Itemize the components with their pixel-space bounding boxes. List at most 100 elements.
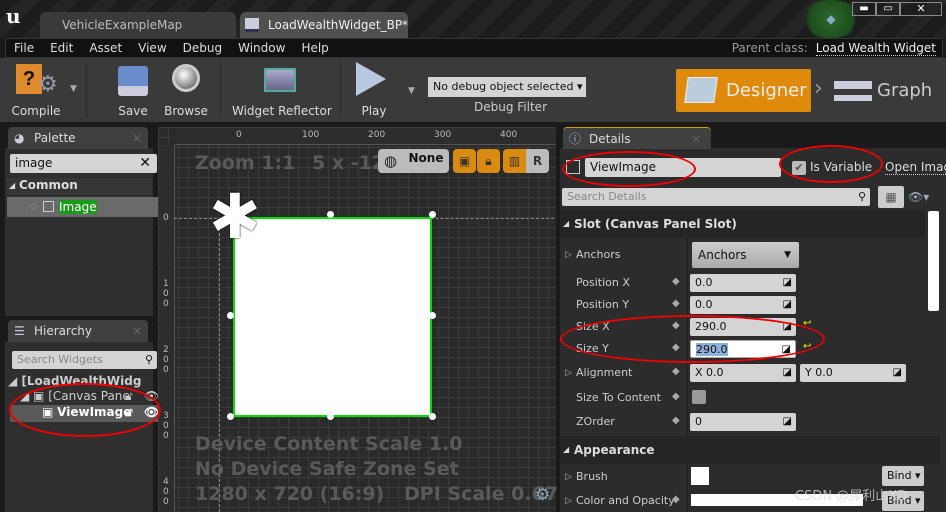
resize-handle[interactable] (227, 413, 234, 420)
palette-search-input[interactable]: image ✕ (10, 154, 157, 173)
open-image-link[interactable]: Open Imag (885, 160, 946, 175)
visibility-options-button[interactable]: 👁︎▾ (908, 190, 929, 204)
alignment-y-input[interactable]: Y 0.0 ◪ (800, 364, 906, 382)
ruler-left-tick: 300 (163, 411, 169, 441)
minimize-button[interactable]: ▬ (852, 2, 876, 16)
details-tab[interactable]: ⓘ Details × (563, 127, 711, 149)
alignment-label: Alignment (576, 366, 633, 379)
save-icon (118, 66, 148, 96)
palette-category-common[interactable]: ◢ Common (7, 178, 152, 195)
save-button[interactable]: Save (110, 58, 156, 122)
localization-button[interactable]: ◍ (378, 149, 403, 173)
play-button[interactable]: Play (350, 58, 398, 122)
menu-edit[interactable]: Edit (50, 41, 73, 55)
expand-brush-icon[interactable]: ▷ (565, 472, 572, 482)
dpi-settings-icon[interactable]: ⚙ (535, 485, 550, 505)
play-options-dropdown[interactable]: ▼ (408, 86, 415, 96)
respect-locks-toggle[interactable]: ▥ (503, 149, 526, 173)
brush-label: Brush (576, 470, 608, 483)
anchors-label: Anchors (576, 248, 621, 261)
property-matrix-button[interactable]: ▦ (878, 186, 904, 208)
anchors-dropdown[interactable]: Anchors ▼ (692, 242, 799, 268)
anchor-icon[interactable]: ✱ (203, 185, 267, 249)
palette-panel (5, 148, 153, 316)
menu-debug[interactable]: Debug (183, 41, 222, 55)
expand-color-icon[interactable]: ▷ (565, 496, 572, 506)
title-bar: u VehicleExampleMap LoadWealthWidget_BP*… (0, 0, 946, 58)
brush-swatch[interactable] (691, 467, 709, 485)
ruler-left-tick: 200 (163, 345, 169, 375)
resize-handle[interactable] (429, 413, 436, 420)
tab-load-wealth-widget[interactable]: LoadWealthWidget_BP* × (240, 12, 408, 58)
scrollbar[interactable] (928, 211, 939, 311)
resize-handle[interactable] (429, 312, 436, 319)
ruler-top-tick: 400 (500, 130, 518, 140)
palette-icon: ◕ (14, 131, 25, 145)
hierarchy-search-input[interactable]: Search Widgets ⚲ (12, 351, 157, 369)
palette-tab[interactable]: ◕ Palette × (8, 127, 148, 149)
position-y-input[interactable]: 0.0 ◪ (690, 296, 796, 314)
menu-view[interactable]: View (138, 41, 166, 55)
ruler-top-tick: 100 (302, 130, 320, 140)
brush-bind-button[interactable]: Bind ▾ (882, 466, 924, 486)
close-icon[interactable]: × (132, 320, 142, 342)
designer-button[interactable]: Designer (676, 69, 811, 112)
debug-object-select[interactable]: No debug object selected ▾ (428, 77, 586, 97)
graph-button[interactable]: Graph (832, 69, 942, 112)
pin-icon[interactable]: ◆ (672, 415, 680, 426)
anchor-mode-select[interactable]: None (403, 149, 449, 173)
annotation-circle (560, 315, 825, 363)
appearance-section-header[interactable]: ◢ Appearance (560, 436, 940, 464)
size-to-content-checkbox[interactable] (692, 390, 706, 404)
resize-handle[interactable] (227, 312, 234, 319)
browse-button[interactable]: Browse (162, 58, 210, 122)
hierarchy-tab[interactable]: ☰ Hierarchy × (8, 320, 148, 342)
ruler-left (160, 145, 175, 512)
menu-window[interactable]: Window (238, 41, 285, 55)
slot-section-header[interactable]: ◢ Slot (Canvas Panel Slot) (560, 210, 925, 238)
parent-class-link[interactable]: Load Wealth Widget (815, 41, 936, 56)
tab-vehicle-example-map[interactable]: VehicleExampleMap (40, 12, 236, 38)
close-icon[interactable]: × (132, 127, 142, 149)
compile-options-dropdown[interactable]: ▼ (70, 84, 77, 94)
pin-icon[interactable]: ◆ (672, 276, 680, 287)
play-icon (356, 62, 386, 96)
color-opacity-label: Color and Opacity (576, 494, 675, 507)
zorder-input[interactable]: 0 ◪ (690, 413, 796, 431)
expand-anchors-icon[interactable]: ▷ (565, 250, 572, 260)
compile-button[interactable]: ? ⚙ Compile (8, 58, 64, 122)
clear-search-icon[interactable]: ✕ (139, 154, 151, 172)
reset-button[interactable]: R (526, 149, 549, 173)
position-x-input[interactable]: 0.0 ◪ (690, 274, 796, 292)
widget-reflector-button[interactable]: Widget Reflector (232, 58, 332, 122)
menu-asset[interactable]: Asset (89, 41, 122, 55)
menu-help[interactable]: Help (301, 41, 328, 55)
magnifier-icon (172, 64, 200, 92)
alignment-x-input[interactable]: X 0.0 ◪ (690, 364, 796, 382)
details-search-input[interactable]: Search Details ⚲ (562, 188, 870, 206)
size-to-content-label: Size To Content (576, 391, 661, 404)
menu-bar: File Edit Asset View Debug Window Help P… (5, 38, 943, 58)
close-icon[interactable]: × (691, 128, 701, 150)
pin-icon[interactable]: ◆ (672, 494, 680, 505)
outline-toggle[interactable]: ▣ (453, 149, 476, 173)
maximize-button[interactable]: ▭ (876, 2, 900, 16)
pin-icon[interactable]: ◆ (672, 366, 680, 377)
lock-toggle[interactable]: 🔒︎ (477, 149, 500, 173)
search-icon[interactable]: ⚲ (858, 188, 866, 206)
resize-handle[interactable] (429, 211, 436, 218)
search-icon[interactable]: ⚲ (145, 351, 153, 369)
star-icon[interactable]: ☆ (29, 197, 39, 217)
resize-handle[interactable] (327, 211, 334, 218)
close-button[interactable]: ✕ (900, 2, 942, 16)
ruler-left-tick: 0 (163, 213, 169, 223)
resize-handle[interactable] (327, 413, 334, 420)
expand-alignment-icon[interactable]: ▷ (565, 368, 572, 378)
annotation-circle (9, 383, 161, 437)
pin-icon[interactable]: ◆ (672, 391, 680, 402)
palette-item-image[interactable]: ☆ Image (7, 197, 162, 217)
safe-zone-info: No Device Safe Zone Set (195, 458, 459, 480)
pin-icon[interactable]: ◆ (672, 298, 680, 309)
menu-file[interactable]: File (14, 41, 34, 55)
info-icon: ⓘ (569, 132, 582, 146)
